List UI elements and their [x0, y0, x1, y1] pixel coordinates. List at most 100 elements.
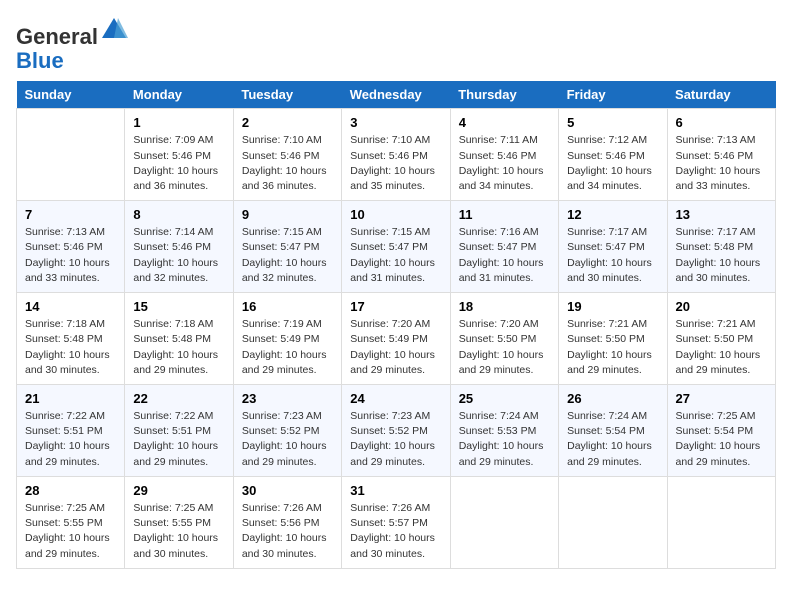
calendar-week-row: 7 Sunrise: 7:13 AM Sunset: 5:46 PM Daylig… — [17, 201, 776, 293]
calendar-cell — [667, 476, 775, 568]
day-number: 31 — [350, 483, 441, 498]
day-number: 4 — [459, 115, 550, 130]
calendar-cell: 13 Sunrise: 7:17 AM Sunset: 5:48 PM Dayli… — [667, 201, 775, 293]
day-number: 5 — [567, 115, 658, 130]
day-number: 14 — [25, 299, 116, 314]
day-number: 26 — [567, 391, 658, 406]
day-info: Sunrise: 7:23 AM Sunset: 5:52 PM Dayligh… — [242, 409, 333, 470]
day-number: 11 — [459, 207, 550, 222]
logo-general-text: General — [16, 24, 98, 49]
day-number: 23 — [242, 391, 333, 406]
day-info: Sunrise: 7:21 AM Sunset: 5:50 PM Dayligh… — [567, 317, 658, 378]
day-number: 27 — [676, 391, 767, 406]
day-info: Sunrise: 7:11 AM Sunset: 5:46 PM Dayligh… — [459, 133, 550, 194]
day-info: Sunrise: 7:25 AM Sunset: 5:54 PM Dayligh… — [676, 409, 767, 470]
day-info: Sunrise: 7:10 AM Sunset: 5:46 PM Dayligh… — [242, 133, 333, 194]
day-number: 15 — [133, 299, 224, 314]
day-info: Sunrise: 7:12 AM Sunset: 5:46 PM Dayligh… — [567, 133, 658, 194]
day-number: 22 — [133, 391, 224, 406]
day-number: 8 — [133, 207, 224, 222]
calendar-cell: 14 Sunrise: 7:18 AM Sunset: 5:48 PM Dayli… — [17, 293, 125, 385]
day-number: 6 — [676, 115, 767, 130]
calendar-cell: 21 Sunrise: 7:22 AM Sunset: 5:51 PM Dayli… — [17, 385, 125, 477]
calendar-cell: 11 Sunrise: 7:16 AM Sunset: 5:47 PM Dayli… — [450, 201, 558, 293]
calendar-cell: 10Sunrise: 7:15 AM Sunset: 5:47 PM Dayli… — [342, 201, 450, 293]
day-info: Sunrise: 7:20 AM Sunset: 5:49 PM Dayligh… — [350, 317, 441, 378]
calendar-cell: 17 Sunrise: 7:20 AM Sunset: 5:49 PM Dayli… — [342, 293, 450, 385]
calendar-cell: 26 Sunrise: 7:24 AM Sunset: 5:54 PM Dayli… — [559, 385, 667, 477]
day-number: 28 — [25, 483, 116, 498]
day-info: Sunrise: 7:17 AM Sunset: 5:47 PM Dayligh… — [567, 225, 658, 286]
day-number: 13 — [676, 207, 767, 222]
day-number: 10 — [350, 207, 441, 222]
day-number: 29 — [133, 483, 224, 498]
day-info: Sunrise: 7:24 AM Sunset: 5:54 PM Dayligh… — [567, 409, 658, 470]
day-info: Sunrise: 7:23 AM Sunset: 5:52 PM Dayligh… — [350, 409, 441, 470]
day-number: 21 — [25, 391, 116, 406]
day-info: Sunrise: 7:22 AM Sunset: 5:51 PM Dayligh… — [133, 409, 224, 470]
day-info: Sunrise: 7:18 AM Sunset: 5:48 PM Dayligh… — [133, 317, 224, 378]
calendar-cell: 5 Sunrise: 7:12 AM Sunset: 5:46 PM Daylig… — [559, 109, 667, 201]
calendar-cell: 30Sunrise: 7:26 AM Sunset: 5:56 PM Dayli… — [233, 476, 341, 568]
day-number: 25 — [459, 391, 550, 406]
day-info: Sunrise: 7:15 AM Sunset: 5:47 PM Dayligh… — [242, 225, 333, 286]
day-info: Sunrise: 7:10 AM Sunset: 5:46 PM Dayligh… — [350, 133, 441, 194]
day-number: 17 — [350, 299, 441, 314]
day-info: Sunrise: 7:17 AM Sunset: 5:48 PM Dayligh… — [676, 225, 767, 286]
calendar-cell: 22 Sunrise: 7:22 AM Sunset: 5:51 PM Dayli… — [125, 385, 233, 477]
day-number: 12 — [567, 207, 658, 222]
logo-blue-text: Blue — [16, 48, 64, 73]
day-number: 9 — [242, 207, 333, 222]
day-info: Sunrise: 7:14 AM Sunset: 5:46 PM Dayligh… — [133, 225, 224, 286]
day-info: Sunrise: 7:13 AM Sunset: 5:46 PM Dayligh… — [25, 225, 116, 286]
calendar-cell — [450, 476, 558, 568]
day-info: Sunrise: 7:25 AM Sunset: 5:55 PM Dayligh… — [133, 501, 224, 562]
day-info: Sunrise: 7:16 AM Sunset: 5:47 PM Dayligh… — [459, 225, 550, 286]
day-number: 20 — [676, 299, 767, 314]
day-number: 19 — [567, 299, 658, 314]
calendar-cell: 8 Sunrise: 7:14 AM Sunset: 5:46 PM Daylig… — [125, 201, 233, 293]
day-number: 24 — [350, 391, 441, 406]
day-info: Sunrise: 7:13 AM Sunset: 5:46 PM Dayligh… — [676, 133, 767, 194]
calendar-cell: 27 Sunrise: 7:25 AM Sunset: 5:54 PM Dayli… — [667, 385, 775, 477]
day-number: 16 — [242, 299, 333, 314]
day-number: 1 — [133, 115, 224, 130]
calendar-cell: 4 Sunrise: 7:11 AM Sunset: 5:46 PM Daylig… — [450, 109, 558, 201]
weekday-header: Thursday — [450, 81, 558, 109]
day-info: Sunrise: 7:26 AM Sunset: 5:56 PM Dayligh… — [242, 501, 333, 562]
day-info: Sunrise: 7:19 AM Sunset: 5:49 PM Dayligh… — [242, 317, 333, 378]
calendar-cell: 6 Sunrise: 7:13 AM Sunset: 5:46 PM Daylig… — [667, 109, 775, 201]
day-number: 7 — [25, 207, 116, 222]
logo: General Blue — [16, 16, 128, 73]
weekday-header: Wednesday — [342, 81, 450, 109]
calendar-cell: 9 Sunrise: 7:15 AM Sunset: 5:47 PM Daylig… — [233, 201, 341, 293]
calendar-cell: 16 Sunrise: 7:19 AM Sunset: 5:49 PM Dayli… — [233, 293, 341, 385]
calendar-cell — [559, 476, 667, 568]
weekday-header: Monday — [125, 81, 233, 109]
calendar-week-row: 14 Sunrise: 7:18 AM Sunset: 5:48 PM Dayli… — [17, 293, 776, 385]
calendar-cell: 29 Sunrise: 7:25 AM Sunset: 5:55 PM Dayli… — [125, 476, 233, 568]
day-info: Sunrise: 7:18 AM Sunset: 5:48 PM Dayligh… — [25, 317, 116, 378]
calendar-cell: 7 Sunrise: 7:13 AM Sunset: 5:46 PM Daylig… — [17, 201, 125, 293]
weekday-header: Saturday — [667, 81, 775, 109]
day-info: Sunrise: 7:21 AM Sunset: 5:50 PM Dayligh… — [676, 317, 767, 378]
calendar-header: SundayMondayTuesdayWednesdayThursdayFrid… — [17, 81, 776, 109]
calendar-cell: 24 Sunrise: 7:23 AM Sunset: 5:52 PM Dayli… — [342, 385, 450, 477]
day-info: Sunrise: 7:09 AM Sunset: 5:46 PM Dayligh… — [133, 133, 224, 194]
weekday-header: Tuesday — [233, 81, 341, 109]
weekday-header: Sunday — [17, 81, 125, 109]
calendar-cell: 31Sunrise: 7:26 AM Sunset: 5:57 PM Dayli… — [342, 476, 450, 568]
calendar-week-row: 28 Sunrise: 7:25 AM Sunset: 5:55 PM Dayli… — [17, 476, 776, 568]
day-number: 18 — [459, 299, 550, 314]
calendar-cell — [17, 109, 125, 201]
calendar-week-row: 21 Sunrise: 7:22 AM Sunset: 5:51 PM Dayli… — [17, 385, 776, 477]
calendar-cell: 28Sunrise: 7:25 AM Sunset: 5:55 PM Dayli… — [17, 476, 125, 568]
logo-icon — [100, 16, 128, 44]
calendar-cell: 19 Sunrise: 7:21 AM Sunset: 5:50 PM Dayli… — [559, 293, 667, 385]
day-info: Sunrise: 7:22 AM Sunset: 5:51 PM Dayligh… — [25, 409, 116, 470]
calendar-cell: 15 Sunrise: 7:18 AM Sunset: 5:48 PM Dayli… — [125, 293, 233, 385]
calendar-week-row: 1 Sunrise: 7:09 AM Sunset: 5:46 PM Daylig… — [17, 109, 776, 201]
calendar-cell: 3 Sunrise: 7:10 AM Sunset: 5:46 PM Daylig… — [342, 109, 450, 201]
day-number: 3 — [350, 115, 441, 130]
day-info: Sunrise: 7:24 AM Sunset: 5:53 PM Dayligh… — [459, 409, 550, 470]
